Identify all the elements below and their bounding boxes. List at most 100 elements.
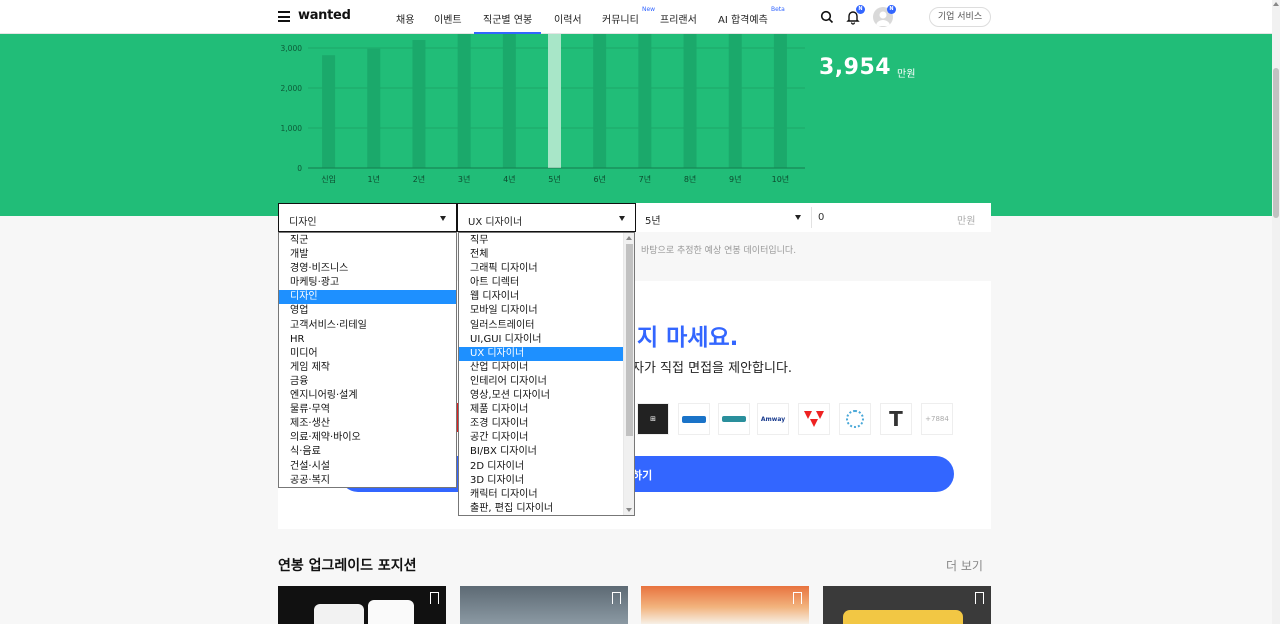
- job-group-option[interactable]: 엔지니어링·설계: [279, 389, 456, 403]
- section-title: 연봉 업그레이드 포지션: [278, 558, 417, 574]
- job-group-option[interactable]: 고객서비스·리테일: [279, 319, 456, 333]
- more-companies-count: +7884: [921, 403, 953, 435]
- current-salary-input[interactable]: [812, 203, 952, 232]
- job-option[interactable]: 인테리어 디자이너: [459, 375, 624, 389]
- job-option[interactable]: 웹 디자이너: [459, 290, 624, 304]
- job-group-option[interactable]: 공공·복지: [279, 474, 456, 488]
- job-group-option[interactable]: HR: [279, 333, 456, 347]
- thumbnail-image: [843, 610, 963, 624]
- job-group-option[interactable]: 개발: [279, 248, 456, 262]
- job-option[interactable]: 제품 디자이너: [459, 403, 624, 417]
- chart-bar: [683, 34, 697, 168]
- avatar-badge: N: [887, 5, 896, 14]
- job-option[interactable]: 공간 디자이너: [459, 431, 624, 445]
- menu-icon[interactable]: [278, 11, 290, 22]
- nav-item-community[interactable]: 커뮤니티 New: [602, 6, 655, 26]
- job-group-option[interactable]: 제조·생산: [279, 417, 456, 431]
- scroll-up-icon[interactable]: [626, 236, 632, 240]
- job-option[interactable]: 영상,모션 디자이너: [459, 389, 624, 403]
- see-more-link[interactable]: 더 보기: [946, 557, 983, 574]
- company-logo: T: [880, 403, 912, 435]
- scroll-down-icon[interactable]: [626, 508, 632, 512]
- salary-chart: 0 1,000 2,000 3,000 신입 1년 2년 3년 4년 5년 6년 7년 8년 9년 10년: [281, 34, 805, 184]
- job-option[interactable]: 모바일 디자이너: [459, 304, 624, 318]
- estimate-note: 바탕으로 추정한 예상 연봉 데이터입니다.: [641, 246, 797, 256]
- nav-item-ai-predict[interactable]: AI 합격예측 Beta: [718, 6, 785, 26]
- nav-item-jobs[interactable]: 채용: [396, 11, 414, 26]
- nav-item-community-label: 커뮤니티: [602, 15, 639, 26]
- dropdown-scrollbar[interactable]: [623, 233, 634, 515]
- scroll-thumb[interactable]: [626, 244, 633, 436]
- position-card-thumbnail[interactable]: [460, 586, 628, 624]
- business-service-button[interactable]: 기업 서비스: [929, 7, 991, 27]
- job-group-option[interactable]: 디자인: [279, 290, 456, 305]
- chart-bar: [548, 34, 561, 168]
- chart-bar: [322, 55, 336, 169]
- x-tick-label: 3년: [458, 174, 470, 184]
- job-select[interactable]: UX 디자이너: [457, 203, 636, 232]
- bookmark-icon[interactable]: [612, 592, 621, 604]
- new-badge: New: [642, 6, 656, 13]
- y-tick-label: 2,000: [281, 84, 303, 93]
- cta-label: 하기: [632, 469, 653, 482]
- job-group-option[interactable]: 마케팅·광고: [279, 276, 456, 290]
- x-tick-label: 8년: [684, 174, 696, 184]
- job-option[interactable]: 2D 디자이너: [459, 460, 624, 474]
- job-option[interactable]: UX 디자이너: [459, 346, 624, 361]
- logo[interactable]: wanted: [298, 8, 351, 23]
- nav-item-freelancer[interactable]: 프리랜서: [660, 11, 697, 26]
- job-option[interactable]: 캐릭터 디자이너: [459, 488, 624, 502]
- job-group-option[interactable]: 경영·비즈니스: [279, 262, 456, 276]
- chevron-down-icon: [440, 216, 446, 221]
- x-tick-label: 7년: [639, 174, 651, 184]
- thumbnail-image: [368, 600, 414, 624]
- job-option[interactable]: 3D 디자이너: [459, 474, 624, 488]
- chart-bar: [367, 48, 381, 168]
- job-option[interactable]: 산업 디자이너: [459, 361, 624, 375]
- job-group-option[interactable]: 미디어: [279, 347, 456, 361]
- job-option[interactable]: 아트 디렉터: [459, 276, 624, 290]
- bookmark-icon[interactable]: [793, 592, 802, 604]
- job-dropdown[interactable]: 직무 전체 그래픽 디자이너 아트 디렉터 웹 디자이너 모바일 디자이너 일러스트레이터 U…: [458, 232, 635, 516]
- thumbnail-image: [314, 604, 364, 624]
- x-tick-label: 4년: [503, 174, 515, 184]
- job-option[interactable]: 일러스트레이터: [459, 319, 624, 333]
- position-card-thumbnail[interactable]: [278, 586, 446, 624]
- job-group-option[interactable]: 직군: [279, 234, 456, 248]
- bookmark-icon[interactable]: [430, 592, 439, 604]
- job-group-option[interactable]: 금융: [279, 375, 456, 389]
- years-select[interactable]: 5년: [636, 203, 811, 232]
- chart-bar: [457, 34, 471, 168]
- job-group-dropdown[interactable]: 직군 개발 경영·비즈니스 마케팅·광고 디자인 영업 고객서비스·리테일 HR 미디어 게임 제…: [278, 232, 457, 488]
- job-option[interactable]: UI,GUI 디자이너: [459, 333, 624, 347]
- scroll-up-icon[interactable]: [1273, 2, 1279, 6]
- nav-item-events[interactable]: 이벤트: [434, 11, 462, 26]
- search-icon[interactable]: [819, 9, 835, 25]
- job-option[interactable]: BI/BX 디자이너: [459, 445, 624, 459]
- job-option[interactable]: 그래픽 디자이너: [459, 262, 624, 276]
- company-logo: Amway: [757, 403, 789, 435]
- page-scrollbar[interactable]: [1272, 0, 1280, 624]
- job-option[interactable]: 출판, 편집 디자이너: [459, 502, 624, 516]
- position-card-thumbnail[interactable]: [823, 586, 991, 624]
- job-group-option[interactable]: 의료·제약·바이오: [279, 431, 456, 445]
- bookmark-icon[interactable]: [975, 592, 984, 604]
- nav-item-resume[interactable]: 이력서: [554, 11, 582, 26]
- page-scroll-thumb[interactable]: [1273, 68, 1279, 218]
- chevron-down-icon: [619, 216, 625, 221]
- position-card-thumbnail[interactable]: [641, 586, 809, 624]
- company-logo: [718, 403, 750, 435]
- job-group-option[interactable]: 건설·시설: [279, 460, 456, 474]
- job-group-select[interactable]: 디자인: [278, 203, 457, 232]
- job-group-option[interactable]: 식·음료: [279, 445, 456, 459]
- nav-item-salary[interactable]: 직군별 연봉: [474, 11, 542, 34]
- job-option[interactable]: 전체: [459, 248, 624, 262]
- y-tick-label: 1,000: [281, 124, 303, 133]
- x-tick-label: 10년: [772, 174, 790, 184]
- job-group-option[interactable]: 게임 제작: [279, 361, 456, 375]
- job-group-option[interactable]: 물류·무역: [279, 403, 456, 417]
- job-group-option[interactable]: 영업: [279, 304, 456, 318]
- job-option[interactable]: 직무: [459, 234, 624, 248]
- company-logo: [678, 403, 710, 435]
- job-option[interactable]: 조경 디자이너: [459, 417, 624, 431]
